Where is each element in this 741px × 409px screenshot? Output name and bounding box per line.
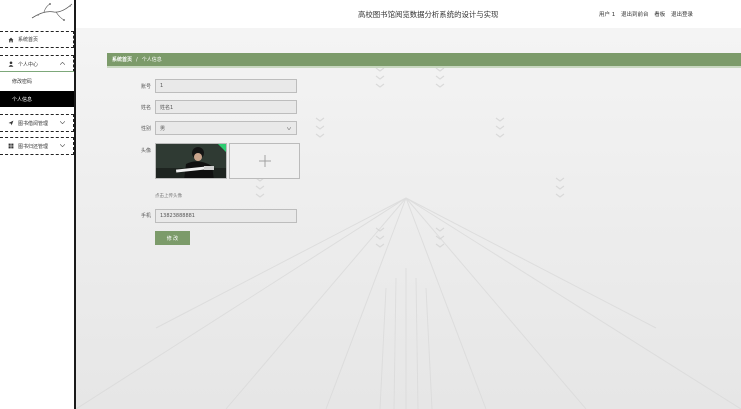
sidebar-subitem-label: 个人信息 (12, 96, 33, 103)
phone-label: 手机 (141, 213, 152, 219)
submit-button[interactable]: 修 改 (155, 231, 190, 245)
user-icon (8, 61, 14, 67)
breadcrumb-current: 个人信息 (141, 57, 162, 63)
sidebar-subitem-change-password[interactable]: 修改密码 (0, 74, 74, 88)
plus-icon (258, 155, 271, 167)
logo (0, 0, 74, 28)
sidebar-item-label: 图书借阅管理 (18, 120, 49, 127)
sidebar: 系统首页 个人中心 修改密码 个人信息 图书借阅管理 图书归还管理 (0, 0, 76, 409)
sidebar-item-return-management[interactable]: 图书归还管理 (0, 137, 74, 155)
name-value: 姓名1 (160, 104, 174, 111)
chevron-up-icon (60, 62, 65, 65)
upload-hint: 点击上传头像 (155, 194, 182, 199)
avatar-image[interactable] (155, 143, 227, 179)
chevron-down-icon (287, 127, 291, 130)
sidebar-subitem-label: 修改密码 (12, 78, 33, 85)
account-field[interactable]: 1 (155, 79, 297, 93)
chevron-down-icon (60, 121, 65, 124)
sidebar-subitem-personal-info[interactable]: 个人信息 (0, 91, 74, 107)
avatar-label: 头像 (141, 148, 152, 154)
sidebar-item-borrow-management[interactable]: 图书借阅管理 (0, 114, 74, 132)
app-title: 高校图书馆阅览数据分析系统的设计与实现 (358, 10, 499, 19)
top-header: 高校图书馆阅览数据分析系统的设计与实现 用户 1 退出到前台 看板 退出登录 (76, 0, 741, 28)
plum-branch-logo (31, 3, 73, 21)
phone-field[interactable]: 13823888881 (155, 209, 297, 223)
home-icon (8, 37, 14, 42)
gender-select[interactable]: 男 (155, 121, 297, 135)
sidebar-item-label: 图书归还管理 (18, 143, 49, 150)
active-menu-indicator (0, 71, 74, 72)
sidebar-item-home[interactable]: 系统首页 (0, 31, 74, 48)
breadcrumb-separator: / (136, 56, 138, 63)
name-field[interactable]: 姓名1 (155, 100, 297, 114)
send-icon (8, 120, 14, 126)
name-label: 姓名 (141, 105, 152, 111)
phone-value: 13823888881 (160, 213, 195, 219)
dashboard-link[interactable]: 看板 (654, 12, 665, 18)
account-value: 1 (160, 83, 164, 89)
account-label: 账号 (141, 84, 152, 90)
chevron-down-icon (60, 144, 65, 147)
gender-value: 男 (160, 125, 166, 132)
header-links: 用户 1 退出到前台 看板 退出登录 (599, 10, 697, 18)
logout-link[interactable]: 退出登录 (671, 12, 693, 18)
grid-icon (8, 143, 14, 149)
gender-label: 性别 (141, 126, 152, 132)
back-to-frontend-link[interactable]: 退出到前台 (621, 12, 649, 18)
sidebar-item-label: 个人中心 (18, 61, 39, 68)
breadcrumb: 系统首页 / 个人信息 (107, 53, 741, 68)
avatar-upload-button[interactable] (229, 143, 300, 179)
avatar-photo (156, 144, 226, 178)
breadcrumb-home[interactable]: 系统首页 (112, 56, 132, 63)
sidebar-item-personal-center[interactable]: 个人中心 (0, 55, 74, 72)
current-user-label: 用户 1 (599, 12, 616, 18)
sidebar-item-label: 系统首页 (18, 37, 39, 43)
